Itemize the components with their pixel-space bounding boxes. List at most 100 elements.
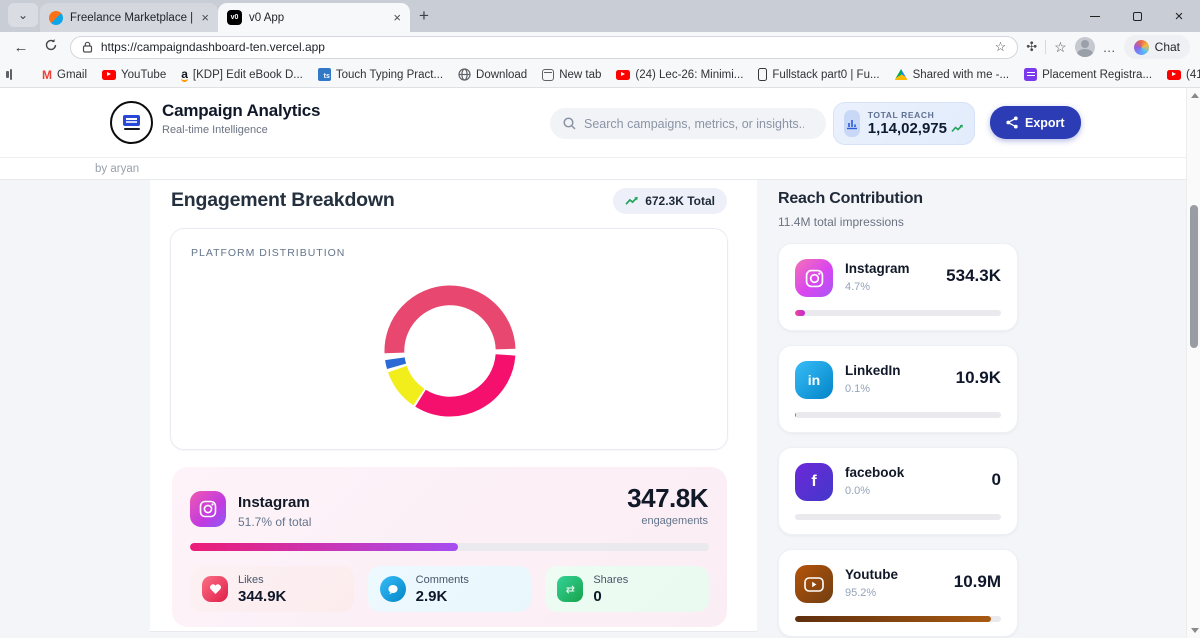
bookmark-kdp[interactable]: a[KDP] Edit eBook D... — [181, 68, 303, 82]
tab-freelance-marketplace[interactable]: Freelance Marketplace | Find Top F × — [40, 3, 218, 32]
platform-pct: 0.1% — [845, 383, 870, 395]
back-button[interactable]: ← — [10, 39, 32, 56]
close-icon: × — [1175, 8, 1184, 25]
youtube-icon — [102, 70, 116, 80]
engagement-progress-bar — [190, 543, 709, 551]
bookmark-download[interactable]: Download — [458, 68, 527, 81]
scroll-down-icon[interactable] — [1191, 628, 1199, 633]
window-icon — [542, 69, 554, 81]
bookmark-gmail[interactable]: MGmail — [42, 68, 87, 82]
bookmark-label: (24) Lec-26: Minimi... — [635, 69, 743, 81]
close-button[interactable]: × — [1158, 0, 1200, 32]
tab-close-icon[interactable]: × — [201, 11, 209, 24]
bookmark-label: YouTube — [121, 69, 166, 81]
minimize-button[interactable] — [1074, 0, 1116, 32]
platform-value: 10.9M — [954, 572, 1001, 592]
platform-name: facebook — [845, 465, 904, 480]
sidebar-panel-icon[interactable] — [10, 69, 12, 80]
maximize-button[interactable] — [1116, 0, 1158, 32]
reach-bar — [795, 310, 1001, 316]
reach-card-linkedin[interactable]: in LinkedIn 0.1% 10.9K — [778, 345, 1018, 433]
tab-title: v0 App — [249, 12, 386, 24]
bookmark-label: [KDP] Edit eBook D... — [193, 69, 303, 81]
trend-up-icon — [625, 196, 639, 206]
page-scrollbar[interactable] — [1186, 88, 1200, 638]
page-title: Campaign Analytics — [162, 101, 320, 121]
bookmark-pubg[interactable]: (41) PUBG tourna... — [1167, 69, 1200, 81]
reach-bar — [795, 514, 1001, 520]
typescript-icon: ts — [318, 68, 331, 81]
tab-close-icon[interactable]: × — [393, 11, 401, 24]
refresh-icon — [44, 38, 58, 52]
list-icon — [1024, 68, 1037, 81]
tab-v0-app[interactable]: v0 v0 App × — [218, 3, 410, 32]
profile-avatar[interactable] — [1075, 37, 1095, 57]
plus-icon: + — [419, 6, 429, 26]
search-bar[interactable] — [550, 108, 826, 139]
tab-title: Freelance Marketplace | Find Top F — [70, 12, 194, 24]
search-icon — [563, 117, 576, 130]
youtube-icon — [1167, 70, 1181, 80]
address-bar[interactable]: https://campaigndashboard-ten.vercel.app… — [70, 36, 1018, 59]
youtube-icon — [795, 565, 833, 603]
bookmark-shared-with-me[interactable]: Shared with me -... — [895, 69, 1010, 81]
swap-glyph: ⇄ — [566, 583, 575, 596]
stat-label: Shares — [593, 574, 628, 586]
platform-value: 0 — [992, 470, 1001, 490]
instagram-icon — [190, 491, 226, 527]
bookmark-label: Touch Typing Pract... — [336, 69, 443, 81]
platform-name: Instagram — [845, 261, 910, 276]
bookmark-fullstack[interactable]: Fullstack part0 | Fu... — [758, 68, 879, 81]
stat-label: Likes — [238, 574, 286, 586]
bookmark-placement[interactable]: Placement Registra... — [1024, 68, 1152, 81]
bookmark-youtube[interactable]: YouTube — [102, 69, 166, 81]
tab-strip: ⌄ Freelance Marketplace | Find Top F × v… — [0, 0, 1200, 32]
bookmark-lec26[interactable]: (24) Lec-26: Minimi... — [616, 69, 743, 81]
maximize-icon — [1133, 12, 1142, 21]
scrollbar-thumb[interactable] — [1190, 205, 1198, 348]
bookmark-star-icon[interactable]: ☆ — [995, 39, 1007, 55]
stat-value: 2.9K — [416, 588, 469, 605]
likes-stat: Likes 344.9K — [190, 566, 354, 612]
shares-stat: ⇄ Shares 0 — [545, 566, 709, 612]
tab-search-button[interactable]: ⌄ — [8, 3, 38, 27]
progress-fill — [190, 543, 458, 551]
bookmark-touch-typing[interactable]: ts Touch Typing Pract... — [318, 68, 443, 81]
dashboard-page: Campaign Analytics Real-time Intelligenc… — [0, 88, 1200, 638]
app-header: Campaign Analytics Real-time Intelligenc… — [0, 88, 1200, 158]
scroll-up-icon[interactable] — [1191, 93, 1199, 98]
copilot-chat-button[interactable]: Chat — [1124, 35, 1190, 59]
new-tab-button[interactable]: + — [410, 2, 438, 30]
trend-up-icon — [951, 124, 964, 133]
youtube-icon — [616, 70, 630, 80]
gmail-icon: M — [42, 68, 52, 82]
bookmark-label: Fullstack part0 | Fu... — [772, 69, 879, 81]
comments-stat: Comments 2.9K — [368, 566, 532, 612]
dashboard-content: Engagement Breakdown 672.3K Total PLATFO… — [0, 180, 1200, 637]
bookmark-label: Download — [476, 69, 527, 81]
tab-favicon — [49, 11, 63, 25]
byline-row: by aryan — [0, 158, 1200, 180]
bookmark-label: (41) PUBG tourna... — [1186, 69, 1200, 81]
instagram-highlight-card[interactable]: Instagram 51.7% of total 347.8K engageme… — [172, 467, 727, 627]
bookmarks-bar: MGmail YouTube a[KDP] Edit eBook D... ts… — [0, 62, 1200, 88]
page-subtitle: Real-time Intelligence — [162, 124, 268, 136]
reach-card-facebook[interactable]: f facebook 0.0% 0 — [778, 447, 1018, 535]
export-button[interactable]: Export — [990, 106, 1081, 139]
total-reach-value: 1,14,02,975 — [868, 120, 947, 137]
favorites-icon[interactable]: ☆ — [1054, 39, 1067, 56]
platform-name: LinkedIn — [845, 363, 901, 378]
settings-menu-icon[interactable]: … — [1103, 40, 1116, 55]
platform-name: Instagram — [238, 494, 310, 511]
platform-pct: 95.2% — [845, 587, 876, 599]
linkedin-icon: in — [795, 361, 833, 399]
search-input[interactable] — [584, 117, 804, 131]
repost-icon: ⇄ — [557, 576, 583, 602]
total-reach-chip[interactable]: TOTAL REACH 1,14,02,975 — [833, 102, 975, 145]
reach-card-youtube[interactable]: Youtube 95.2% 10.9M — [778, 549, 1018, 637]
reach-card-instagram[interactable]: Instagram 4.7% 534.3K — [778, 243, 1018, 331]
refresh-button[interactable] — [40, 38, 62, 56]
globe-icon — [458, 68, 471, 81]
bookmark-new-tab[interactable]: New tab — [542, 69, 601, 81]
browser-essentials-icon[interactable]: ✣ — [1026, 39, 1037, 55]
